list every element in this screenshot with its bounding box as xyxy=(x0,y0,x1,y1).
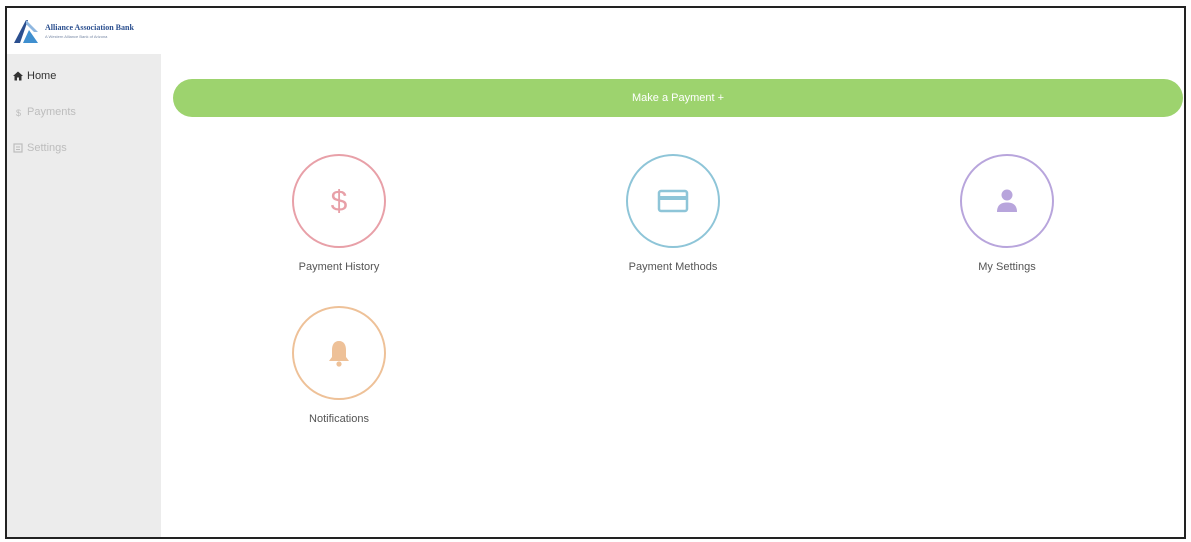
notifications-circle[interactable] xyxy=(292,306,386,400)
payments-icon: $ xyxy=(16,108,21,117)
sidebar-nav: Home $ Payments Settings xyxy=(7,58,161,166)
svg-text:$: $ xyxy=(16,108,21,117)
sidebar-item-home[interactable]: Home xyxy=(7,58,161,94)
sidebar-item-payments[interactable]: $ Payments xyxy=(7,94,161,130)
tile-label: Payment History xyxy=(298,261,380,273)
sidebar-item-label: Settings xyxy=(27,142,67,154)
brand-logo[interactable]: Alliance Association Bank A Western Alli… xyxy=(7,8,161,54)
tile-my-settings[interactable]: My Settings xyxy=(932,154,1082,273)
tile-payment-methods[interactable]: Payment Methods xyxy=(598,154,748,273)
home-icon xyxy=(13,71,23,81)
user-icon xyxy=(997,189,1017,212)
tile-payment-history[interactable]: $ Payment History xyxy=(264,154,414,273)
brand-tagline: A Western Alliance Bank of Arizona xyxy=(45,34,108,39)
sidebar-item-label: Payments xyxy=(27,106,76,118)
bank-logo-icon xyxy=(14,20,38,43)
make-payment-button[interactable]: Make a Payment + xyxy=(173,79,1183,117)
svg-text:$: $ xyxy=(331,185,348,218)
payment-history-circle[interactable]: $ xyxy=(292,154,386,248)
main-content: Make a Payment + $ Payment History Payme… xyxy=(161,8,1184,537)
sidebar: Alliance Association Bank A Western Alli… xyxy=(7,8,161,537)
sidebar-item-settings[interactable]: Settings xyxy=(7,130,161,166)
my-settings-circle[interactable] xyxy=(960,154,1054,248)
payment-methods-circle[interactable] xyxy=(626,154,720,248)
tile-notifications[interactable]: Notifications xyxy=(264,306,414,425)
tile-label: Notifications xyxy=(309,413,369,425)
bell-icon xyxy=(329,341,349,367)
tile-label: My Settings xyxy=(978,261,1036,273)
credit-card-icon xyxy=(657,189,689,213)
sidebar-item-label: Home xyxy=(27,70,57,82)
brand-name: Alliance Association Bank xyxy=(45,23,134,32)
app-window: Alliance Association Bank A Western Alli… xyxy=(5,6,1186,539)
dollar-icon: $ xyxy=(331,185,348,218)
settings-icon xyxy=(13,143,23,153)
tile-label: Payment Methods xyxy=(628,261,718,273)
